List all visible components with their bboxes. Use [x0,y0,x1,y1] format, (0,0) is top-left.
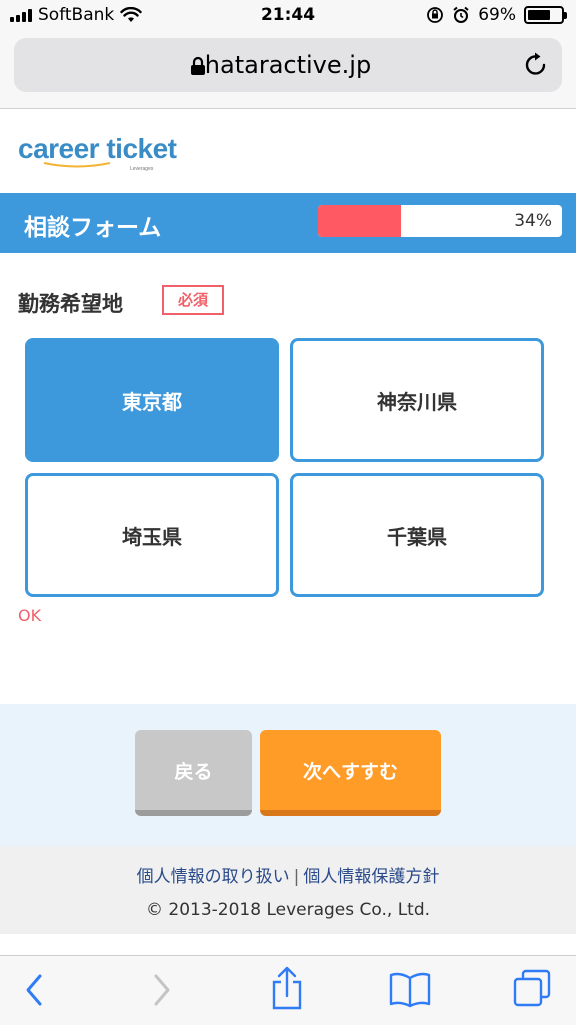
status-right: 69% [426,5,567,25]
battery-icon [524,6,567,24]
form-title: 相談フォーム [24,215,162,241]
address-bar[interactable]: hataractive.jp [14,38,562,92]
option-kanagawa[interactable]: 神奈川県 [290,338,544,462]
reload-icon[interactable] [524,52,548,78]
navigation-area: 戻る 次へすすむ [0,704,576,846]
footer: 個人情報の取り扱い | 個人情報保護方針 © 2013-2018 Leverages… [0,846,576,934]
logo-text: career ticket [18,133,177,164]
form-header: 相談フォーム 34% [0,193,576,253]
copyright: © 2013-2018 Leverages Co., Ltd. [145,900,431,920]
progress-fill [318,205,401,237]
back-button[interactable]: 戻る [135,730,252,816]
browser-address-area: hataractive.jp [0,32,576,109]
privacy-handling-link[interactable]: 個人情報の取り扱い [137,867,290,887]
share-icon[interactable] [270,966,304,1010]
logo-subtext: Leverages [130,166,154,172]
progress-bar: 34% [318,205,562,237]
tabs-icon[interactable] [512,968,552,1008]
battery-percent: 69% [478,5,516,25]
privacy-policy-link[interactable]: 個人情報保護方針 [303,867,439,887]
back-arrow-icon[interactable] [22,972,46,1008]
forward-arrow-icon[interactable] [150,972,174,1008]
alarm-icon [453,6,469,23]
next-button[interactable]: 次へすすむ [260,730,441,816]
footer-links: 個人情報の取り扱い | 個人情報保護方針 [0,862,576,887]
progress-label: 34% [514,211,552,231]
option-chiba[interactable]: 千葉県 [290,473,544,597]
question-title: 勤務希望地 [18,292,123,316]
option-tokyo[interactable]: 東京都 [25,338,279,462]
required-badge: 必須 [162,285,224,315]
orientation-lock-icon [427,7,444,23]
logo-swoosh [43,162,111,168]
bookmarks-icon[interactable] [388,970,432,1008]
browser-toolbar [0,955,576,1025]
status-bar: SoftBank 21:44 69% [0,0,576,32]
battery-fill [528,10,551,20]
url-text: hataractive.jp [204,51,372,79]
footer-separator: | [293,867,300,887]
career-ticket-logo[interactable]: career ticket Leverages [18,133,177,173]
option-saitama[interactable]: 埼玉県 [25,473,279,597]
validation-message: OK [18,606,42,625]
